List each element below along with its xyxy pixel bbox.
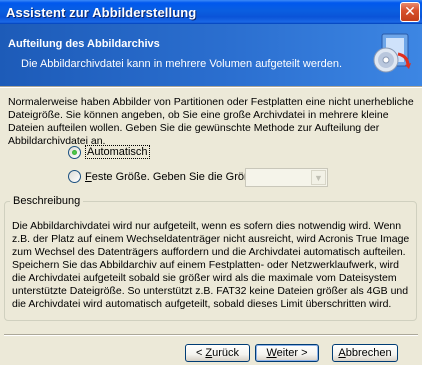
- footer-separator: [4, 334, 418, 336]
- option-automatic-label[interactable]: Automatisch: [85, 145, 150, 159]
- cancel-button[interactable]: Abbrechen: [332, 344, 398, 362]
- radio-fixed-size[interactable]: [68, 170, 81, 183]
- description-legend: Beschreibung: [10, 195, 84, 207]
- description-text: Die Abbildarchivdatei wird nur aufgeteil…: [12, 220, 410, 310]
- step-subtitle: Die Abbildarchivdatei kann in mehrere Vo…: [21, 58, 343, 70]
- back-button[interactable]: < Zurück: [185, 344, 250, 362]
- step-title: Aufteilung des Abbildarchivs: [8, 38, 160, 50]
- size-combobox[interactable]: ▼: [245, 168, 328, 187]
- window-title: Assistent zur Abbilderstellung: [6, 5, 197, 20]
- radio-automatic[interactable]: [68, 145, 81, 159]
- header-separator: [0, 86, 422, 88]
- next-button[interactable]: Weiter >: [255, 344, 319, 362]
- close-button[interactable]: ✕: [400, 2, 420, 22]
- option-automatic[interactable]: Automatisch: [68, 145, 150, 159]
- chevron-down-icon[interactable]: ▼: [311, 170, 326, 185]
- wizard-header: Aufteilung des Abbildarchivs Die Abbilda…: [0, 24, 422, 86]
- intro-text: Normalerweise haben Abbilder von Partiti…: [8, 96, 414, 147]
- acronis-cd-backup-icon: [373, 33, 411, 73]
- title-bar[interactable]: Assistent zur Abbilderstellung ✕: [0, 0, 422, 24]
- close-icon: ✕: [404, 3, 416, 19]
